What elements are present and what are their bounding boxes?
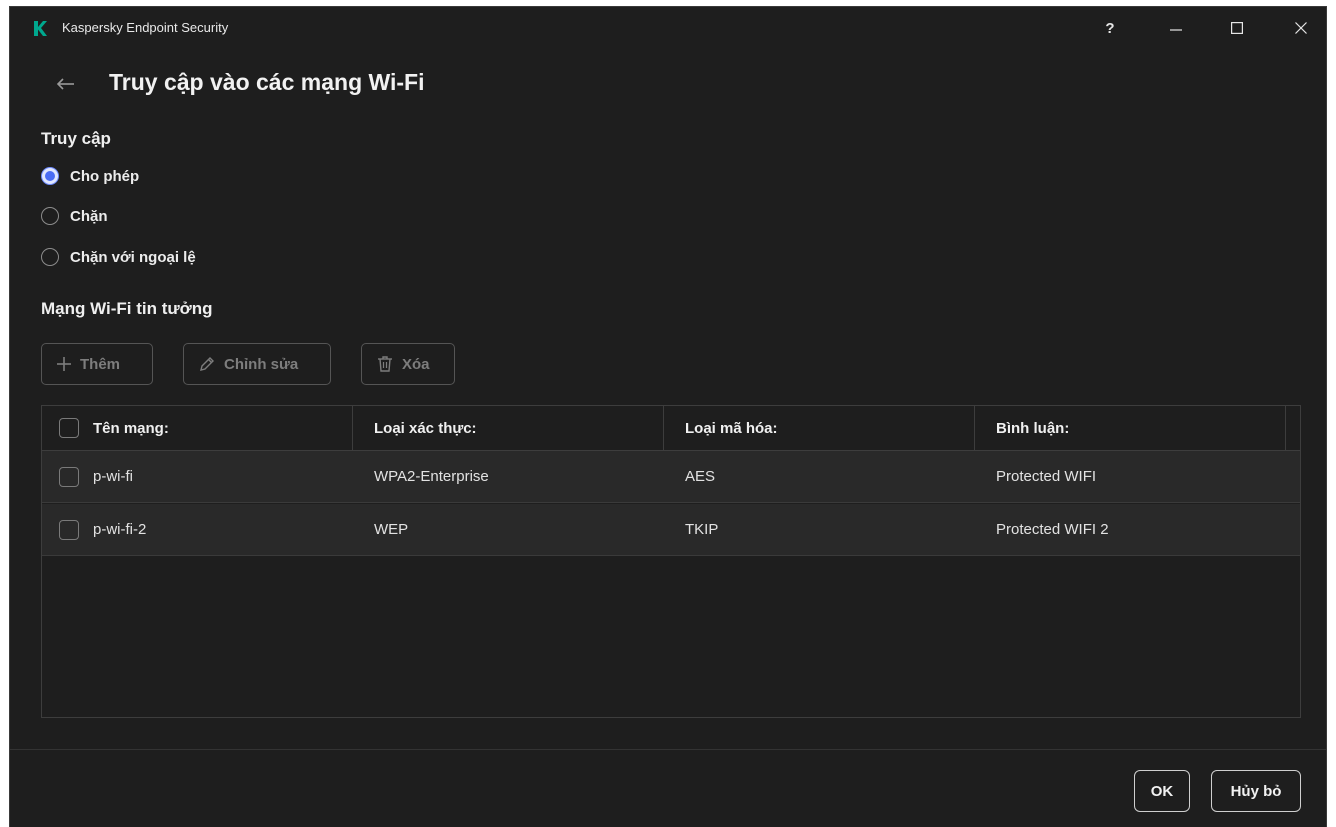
help-button[interactable]: ? (1096, 15, 1124, 41)
ok-button[interactable]: OK (1134, 770, 1190, 812)
trusted-networks-heading: Mạng Wi-Fi tin tưởng (41, 299, 213, 318)
radio-block[interactable]: Chặn (41, 205, 108, 227)
window-title: Kaspersky Endpoint Security (62, 20, 229, 35)
app-window: Kaspersky Endpoint Security ? Truy cập v… (9, 6, 1327, 827)
cell-comment: Protected WIFI 2 (996, 521, 1109, 538)
radio-selected-icon[interactable] (41, 167, 59, 185)
column-header-label: Tên mạng: (93, 419, 169, 437)
plus-icon (57, 357, 71, 371)
radio-block-with-exceptions[interactable]: Chặn với ngoại lệ (41, 246, 196, 268)
kaspersky-logo-icon (34, 21, 47, 36)
cell-network-name: p-wi-fi (93, 468, 133, 485)
minimize-button[interactable] (1162, 15, 1190, 41)
close-icon (1295, 22, 1307, 34)
radio-allow[interactable]: Cho phép (41, 165, 139, 187)
add-button-label: Thêm (80, 355, 121, 373)
maximize-icon (1231, 22, 1243, 34)
table-row[interactable]: p-wi-fi WPA2-Enterprise AES Protected WI… (42, 451, 1300, 503)
cancel-button[interactable]: Hủy bỏ (1211, 770, 1301, 812)
maximize-button[interactable] (1223, 15, 1251, 41)
help-icon: ? (1105, 19, 1115, 37)
edit-button-label: Chỉnh sửa (224, 355, 299, 373)
column-comment[interactable]: Bình luận: (996, 406, 1069, 450)
column-network-name[interactable]: Tên mạng: (59, 406, 169, 450)
footer-divider (10, 749, 1326, 750)
table-row[interactable]: p-wi-fi-2 WEP TKIP Protected WIFI 2 (42, 504, 1300, 556)
edit-button[interactable]: Chỉnh sửa (183, 343, 331, 385)
pencil-icon (200, 357, 214, 371)
cell-auth-type: WPA2-Enterprise (374, 468, 489, 485)
table-header: Tên mạng: Loại xác thực: Loại mã hóa: Bì… (42, 406, 1300, 451)
cell-network-name: p-wi-fi-2 (93, 521, 147, 538)
column-header-label: Loại mã hóa: (685, 419, 778, 437)
radio-unselected-icon[interactable] (41, 248, 59, 266)
radio-unselected-icon[interactable] (41, 207, 59, 225)
trash-icon (378, 356, 392, 372)
access-heading: Truy cập (41, 129, 111, 148)
title-bar: Kaspersky Endpoint Security ? (10, 7, 1326, 49)
delete-button-label: Xóa (402, 355, 430, 373)
radio-block-with-exceptions-label: Chặn với ngoại lệ (70, 248, 196, 266)
minimize-icon (1170, 29, 1182, 31)
cell-comment: Protected WIFI (996, 468, 1097, 485)
row-checkbox[interactable] (59, 519, 79, 540)
column-header-label: Loại xác thực: (374, 419, 477, 437)
radio-block-label: Chặn (70, 207, 108, 225)
back-arrow-icon[interactable] (52, 73, 78, 95)
row-checkbox[interactable] (59, 466, 79, 487)
column-auth-type[interactable]: Loại xác thực: (374, 406, 477, 450)
column-encryption-type[interactable]: Loại mã hóa: (685, 406, 778, 450)
radio-allow-label: Cho phép (70, 167, 140, 185)
cell-encryption-type: AES (685, 468, 716, 485)
page-title: Truy cập vào các mạng Wi-Fi (109, 69, 425, 95)
trusted-networks-table: Tên mạng: Loại xác thực: Loại mã hóa: Bì… (41, 405, 1301, 718)
cell-auth-type: WEP (374, 521, 409, 538)
column-header-label: Bình luận: (996, 419, 1070, 437)
add-button[interactable]: Thêm (41, 343, 153, 385)
close-button[interactable] (1287, 15, 1315, 41)
cell-encryption-type: TKIP (685, 521, 719, 538)
select-all-checkbox[interactable] (59, 418, 79, 438)
delete-button[interactable]: Xóa (361, 343, 455, 385)
